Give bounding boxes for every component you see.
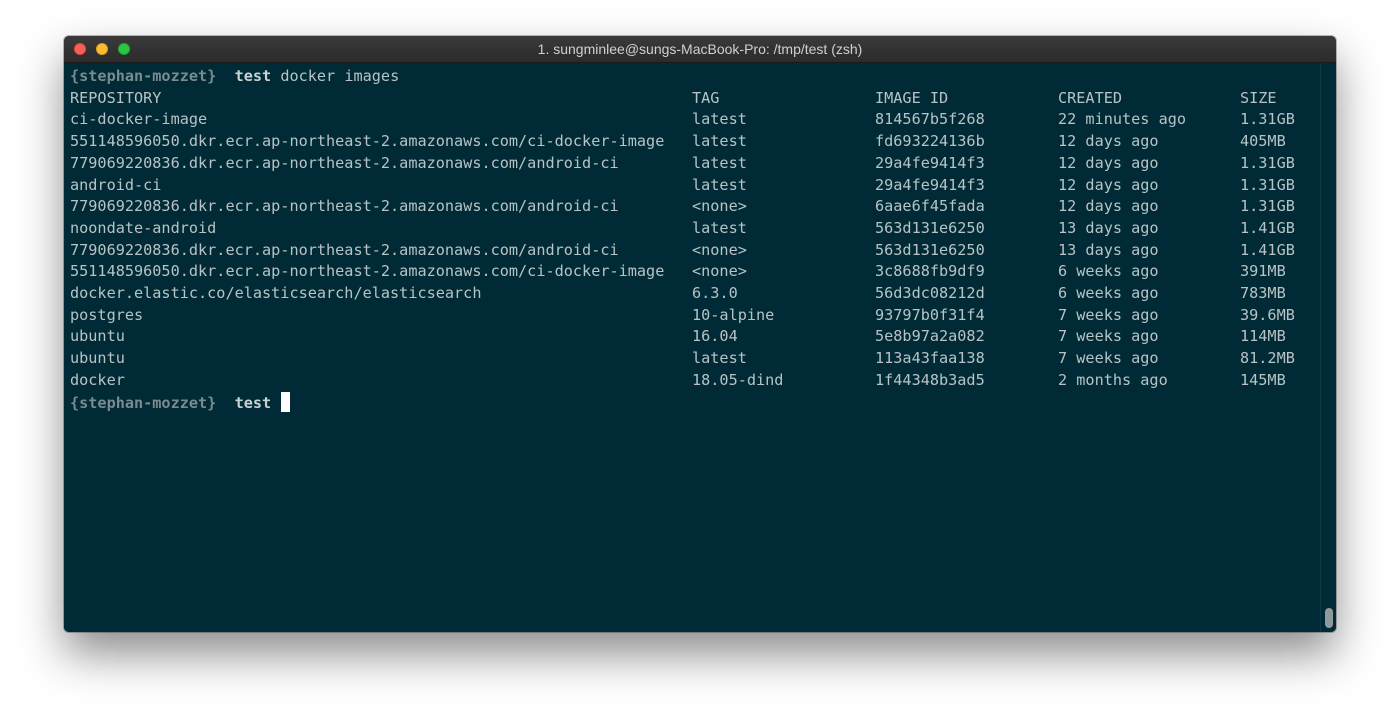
prompt-user: {stephan-mozzet} xyxy=(70,67,217,85)
cell-size: 1.31GB xyxy=(1240,175,1295,194)
cell-size: 783MB xyxy=(1240,284,1286,302)
cell-repository: 551148596050.dkr.ecr.ap-northeast-2.amaz… xyxy=(70,132,665,151)
header-image-id: IMAGE ID xyxy=(875,88,949,107)
command-line: {stephan-mozzet} test docker images xyxy=(70,66,399,88)
prompt-user: {stephan-mozzet} xyxy=(70,393,217,412)
header-repository: REPOSITORY xyxy=(70,88,162,107)
cell-size: 145MB xyxy=(1240,370,1286,389)
cell-image-id: 814567b5f268 xyxy=(875,110,985,129)
cell-repository: postgres xyxy=(70,305,144,324)
cell-size: 39.6MB xyxy=(1240,305,1295,324)
active-prompt-line[interactable]: {stephan-mozzet} test xyxy=(70,391,291,414)
vertical-scrollbar[interactable] xyxy=(1320,63,1336,632)
cell-repository: 779069220836.dkr.ecr.ap-northeast-2.amaz… xyxy=(70,197,619,216)
command-text: docker images xyxy=(280,67,400,85)
cell-created: 12 days ago xyxy=(1058,197,1159,216)
cell-image-id: 6aae6f45fada xyxy=(875,197,985,216)
cell-created: 7 weeks ago xyxy=(1058,327,1159,346)
cell-size: 1.41GB xyxy=(1240,218,1295,237)
cell-tag: <none> xyxy=(692,262,747,281)
cell-created: 7 weeks ago xyxy=(1058,349,1159,368)
cell-created: 13 days ago xyxy=(1058,240,1159,259)
scrollbar-thumb[interactable] xyxy=(1325,608,1333,628)
prompt-directory: test xyxy=(234,393,272,412)
minimize-window-button[interactable] xyxy=(96,43,108,55)
cell-image-id: 3c8688fb9df9 xyxy=(875,262,985,281)
cell-image-id: 113a43faa138 xyxy=(875,349,985,368)
cell-repository: docker.elastic.co/elasticsearch/elastics… xyxy=(70,284,482,302)
cell-image-id: 29a4fe9414f3 xyxy=(875,153,985,172)
cell-size: 1.31GB xyxy=(1240,197,1295,216)
cell-repository: ci-docker-image xyxy=(70,110,208,129)
header-created: CREATED xyxy=(1058,88,1123,107)
cell-repository: 551148596050.dkr.ecr.ap-northeast-2.amaz… xyxy=(70,262,665,281)
cell-tag: 6.3.0 xyxy=(692,284,738,302)
terminal-window: 1. sungminlee@sungs-MacBook-Pro: /tmp/te… xyxy=(64,36,1336,632)
cell-tag: latest xyxy=(692,153,747,172)
cell-tag: 16.04 xyxy=(692,327,738,346)
cell-tag: <none> xyxy=(692,240,747,259)
prompt-directory: test xyxy=(234,67,272,85)
terminal-output[interactable]: {stephan-mozzet} test docker images REPO… xyxy=(64,63,1320,632)
cell-created: 7 weeks ago xyxy=(1058,305,1159,324)
cell-image-id: 563d131e6250 xyxy=(875,240,985,259)
cell-image-id: fd693224136b xyxy=(875,132,985,151)
cell-tag: latest xyxy=(692,132,747,151)
close-window-button[interactable] xyxy=(74,43,86,55)
cell-size: 81.2MB xyxy=(1240,349,1295,368)
cell-repository: ubuntu xyxy=(70,327,125,346)
cell-image-id: 5e8b97a2a082 xyxy=(875,327,985,346)
cell-size: 1.41GB xyxy=(1240,240,1295,259)
header-tag: TAG xyxy=(692,88,720,107)
zoom-window-button[interactable] xyxy=(118,43,130,55)
cell-image-id: 1f44348b3ad5 xyxy=(875,370,985,389)
cell-tag: 10-alpine xyxy=(692,305,775,324)
cell-size: 405MB xyxy=(1240,132,1286,151)
cell-tag: latest xyxy=(692,110,747,129)
cell-created: 2 months ago xyxy=(1058,370,1168,389)
cell-tag: latest xyxy=(692,349,747,368)
cell-repository: noondate-android xyxy=(70,218,217,237)
window-title: 1. sungminlee@sungs-MacBook-Pro: /tmp/te… xyxy=(537,41,863,57)
cell-created: 12 days ago xyxy=(1058,153,1159,172)
cell-created: 22 minutes ago xyxy=(1058,110,1187,129)
cell-created: 12 days ago xyxy=(1058,175,1159,194)
cell-repository: docker xyxy=(70,370,125,389)
cell-image-id: 93797b0f31f4 xyxy=(875,305,985,324)
cell-repository: android-ci xyxy=(70,175,162,194)
cell-size: 114MB xyxy=(1240,327,1286,346)
cell-repository: ubuntu xyxy=(70,349,125,368)
cell-created: 6 weeks ago xyxy=(1058,284,1159,302)
cell-size: 391MB xyxy=(1240,262,1286,281)
text-cursor xyxy=(281,391,291,412)
cell-created: 6 weeks ago xyxy=(1058,262,1159,281)
cell-image-id: 563d131e6250 xyxy=(875,218,985,237)
cell-size: 1.31GB xyxy=(1240,153,1295,172)
cell-size: 1.31GB xyxy=(1240,110,1295,129)
cell-repository: 779069220836.dkr.ecr.ap-northeast-2.amaz… xyxy=(70,240,619,259)
cell-created: 13 days ago xyxy=(1058,218,1159,237)
cell-image-id: 29a4fe9414f3 xyxy=(875,175,985,194)
table-header-row: REPOSITORY TAG IMAGE ID CREATED SIZE xyxy=(70,88,1277,110)
cell-tag: <none> xyxy=(692,197,747,216)
cell-tag: latest xyxy=(692,175,747,194)
cell-image-id: 56d3dc08212d xyxy=(875,284,985,302)
cell-tag: 18.05-dind xyxy=(692,370,784,389)
title-bar[interactable]: 1. sungminlee@sungs-MacBook-Pro: /tmp/te… xyxy=(64,36,1336,63)
header-size: SIZE xyxy=(1240,88,1277,107)
cell-repository: 779069220836.dkr.ecr.ap-northeast-2.amaz… xyxy=(70,153,619,172)
cell-tag: latest xyxy=(692,218,747,237)
cell-created: 12 days ago xyxy=(1058,132,1159,151)
